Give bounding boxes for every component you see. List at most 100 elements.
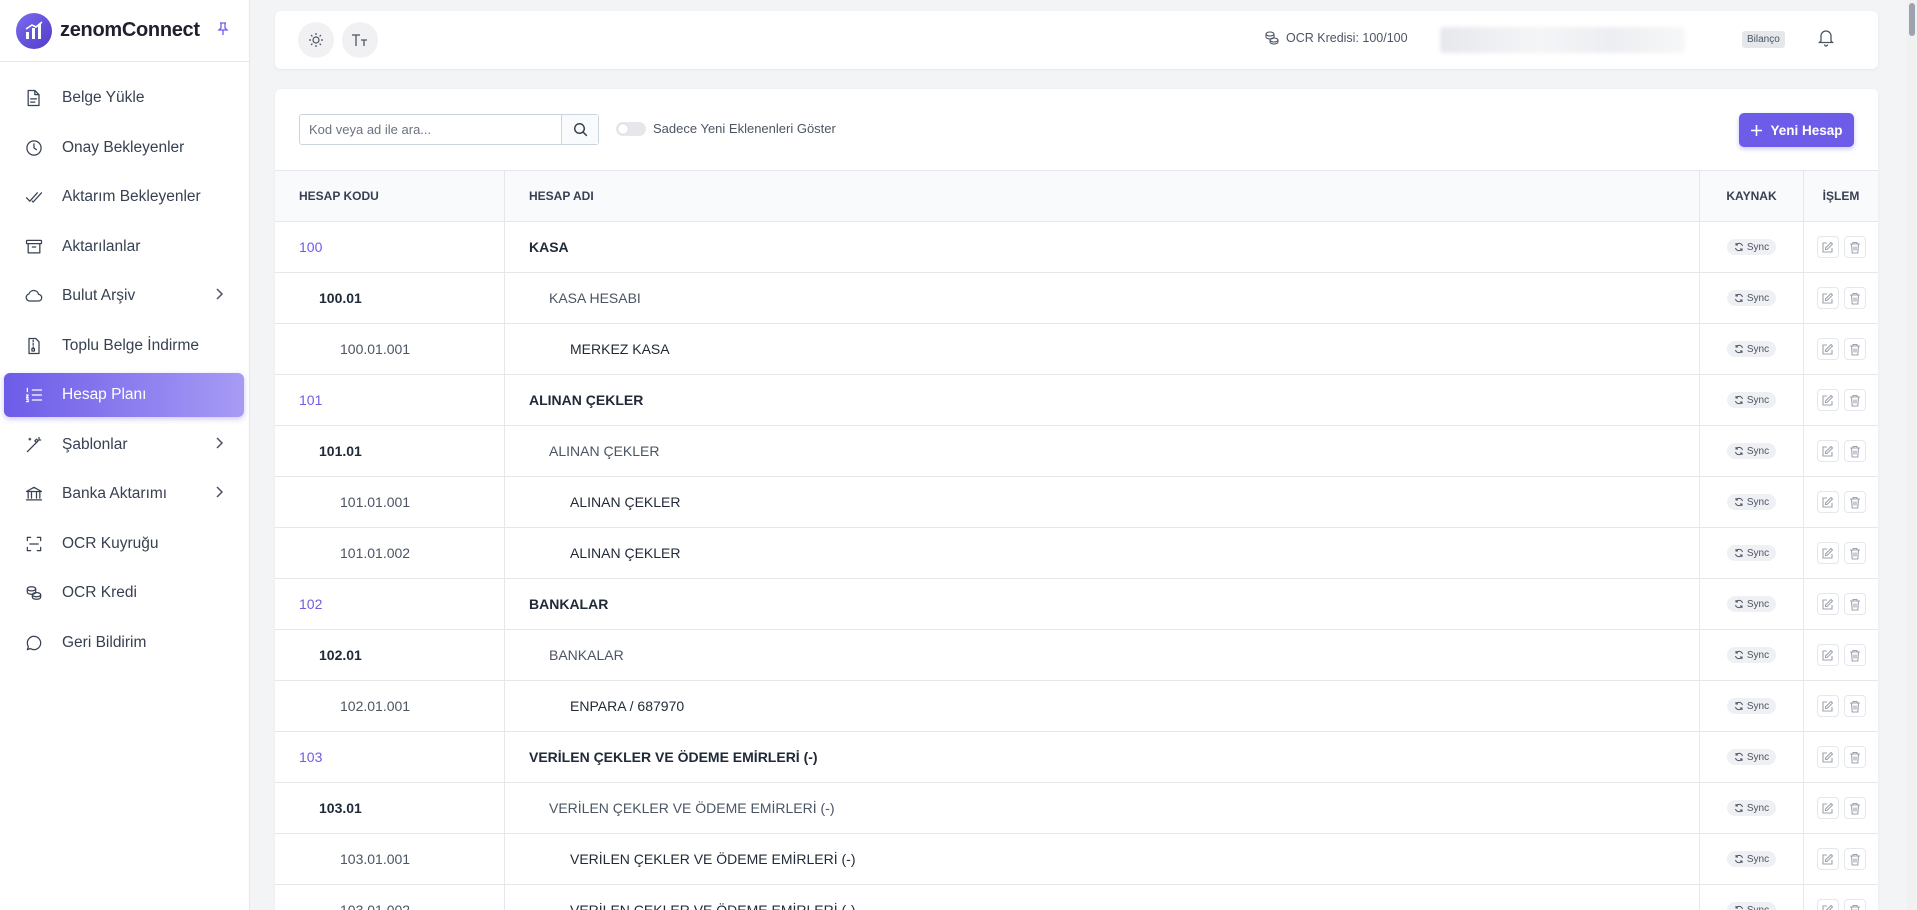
table-row[interactable]: 101 ALINAN ÇEKLER Sync: [275, 375, 1878, 426]
sidebar-item-label: Belge Yükle: [62, 89, 145, 106]
new-account-button[interactable]: Yeni Hesap: [1739, 113, 1854, 147]
sync-badge: Sync: [1726, 545, 1777, 561]
sync-badge: Sync: [1726, 800, 1777, 816]
sidebar-item-sablonlar[interactable]: Şablonlar: [4, 423, 244, 467]
delete-button[interactable]: [1843, 542, 1866, 564]
table-row[interactable]: 102.01 BANKALAR Sync: [275, 630, 1878, 681]
account-name: BANKALAR: [505, 630, 1700, 680]
delete-button[interactable]: [1843, 236, 1866, 258]
sync-badge: Sync: [1726, 749, 1777, 765]
table-row[interactable]: 101.01.002 ALINAN ÇEKLER Sync: [275, 528, 1878, 579]
table-row[interactable]: 101.01.001 ALINAN ÇEKLER Sync: [275, 477, 1878, 528]
page-scrollbar[interactable]: [1907, 0, 1917, 910]
sync-badge: Sync: [1726, 851, 1777, 867]
sidebar-item-label: Aktarım Bekleyenler: [62, 188, 201, 205]
edit-button[interactable]: [1816, 695, 1839, 717]
brand[interactable]: zenomConnect: [0, 0, 249, 62]
sync-label: Sync: [1746, 547, 1770, 559]
source-cell: Sync: [1700, 375, 1804, 425]
edit-icon: [1822, 751, 1834, 763]
edit-button[interactable]: [1816, 338, 1839, 360]
table-row[interactable]: 103 VERİLEN ÇEKLER VE ÖDEME EMİRLERİ (-) S…: [275, 732, 1878, 783]
top-bar: OCR Kredisi: 100/100 Bilanço: [275, 11, 1878, 69]
account-code[interactable]: 103: [275, 732, 505, 782]
sidebar-item-toplu-belge-indirme[interactable]: Toplu Belge İndirme: [4, 324, 244, 368]
account-name: ENPARA / 687970: [505, 681, 1700, 731]
sidebar-item-aktarilanlar[interactable]: Aktarılanlar: [4, 225, 244, 269]
account-code[interactable]: 100: [275, 222, 505, 272]
table-row[interactable]: 100.01 KASA HESABI Sync: [275, 273, 1878, 324]
sidebar-item-aktarim-bekleyenler[interactable]: Aktarım Bekleyenler: [4, 175, 244, 219]
delete-button[interactable]: [1843, 440, 1866, 462]
table-row[interactable]: 100 KASA Sync: [275, 222, 1878, 273]
account-code[interactable]: 102: [275, 579, 505, 629]
action-cell: [1804, 732, 1878, 782]
brand-logo-icon: [16, 12, 52, 49]
edit-button[interactable]: [1816, 287, 1839, 309]
delete-button[interactable]: [1843, 746, 1866, 768]
header-account-name[interactable]: HESAP ADI: [505, 171, 1700, 221]
sidebar-item-banka-aktarimi[interactable]: Banka Aktarımı: [4, 472, 244, 516]
action-cell: [1804, 222, 1878, 272]
edit-button[interactable]: [1816, 236, 1839, 258]
delete-button[interactable]: [1843, 389, 1866, 411]
sidebar-item-ocr-kuyrugu[interactable]: OCR Kuyruğu: [4, 522, 244, 566]
sidebar-item-bulut-arsiv[interactable]: Bulut Arşiv: [4, 274, 244, 318]
new-only-toggle[interactable]: [616, 122, 646, 136]
account-name: VERİLEN ÇEKLER VE ÖDEME EMİRLERİ (-): [505, 732, 1700, 782]
delete-button[interactable]: [1843, 797, 1866, 819]
account-code[interactable]: 101: [275, 375, 505, 425]
theme-toggle-button[interactable]: [298, 22, 334, 58]
delete-button[interactable]: [1843, 899, 1866, 910]
sidebar-item-geri-bildirim[interactable]: Geri Bildirim: [4, 621, 244, 665]
table-row[interactable]: 103.01.001 VERİLEN ÇEKLER VE ÖDEME EMİRLE…: [275, 834, 1878, 885]
delete-button[interactable]: [1843, 287, 1866, 309]
sidebar-item-label: Onay Bekleyenler: [62, 138, 185, 156]
edit-button[interactable]: [1816, 797, 1839, 819]
action-cell: [1804, 324, 1878, 374]
trash-icon: [1849, 394, 1860, 407]
edit-icon: [1822, 649, 1834, 661]
table-row[interactable]: 103.01.002 VERİLEN ÇEKLER VE ÖDEME EMİRLE…: [275, 885, 1878, 910]
delete-button[interactable]: [1843, 695, 1866, 717]
edit-button[interactable]: [1816, 440, 1839, 462]
table-row[interactable]: 101.01 ALINAN ÇEKLER Sync: [275, 426, 1878, 477]
table-row[interactable]: 100.01.001 MERKEZ KASA Sync: [275, 324, 1878, 375]
search-input[interactable]: [300, 115, 561, 144]
company-selector-blurred[interactable]: [1440, 27, 1685, 53]
table-row[interactable]: 103.01 VERİLEN ÇEKLER VE ÖDEME EMİRLERİ (…: [275, 783, 1878, 834]
search-button[interactable]: [561, 115, 598, 144]
header-account-code[interactable]: HESAP KODU: [275, 171, 505, 221]
edit-button[interactable]: [1816, 899, 1839, 910]
delete-button[interactable]: [1843, 338, 1866, 360]
action-cell: [1804, 477, 1878, 527]
sync-badge: Sync: [1726, 392, 1777, 408]
sidebar-item-onay-bekleyenler[interactable]: Onay Bekleyenler: [4, 126, 244, 170]
pin-icon[interactable]: [216, 22, 230, 41]
table-row[interactable]: 102 BANKALAR Sync: [275, 579, 1878, 630]
sidebar-item-label: OCR Kredi: [62, 584, 137, 601]
trash-icon: [1849, 904, 1860, 910]
edit-button[interactable]: [1816, 491, 1839, 513]
delete-button[interactable]: [1843, 644, 1866, 666]
sidebar-item-label: Aktarılanlar: [62, 237, 141, 255]
delete-button[interactable]: [1843, 491, 1866, 513]
coins-icon: [1265, 31, 1279, 45]
font-size-button[interactable]: [342, 22, 378, 58]
sidebar-item-ocr-kredi[interactable]: OCR Kredi: [4, 571, 244, 615]
edit-button[interactable]: [1816, 848, 1839, 870]
sidebar-item-belge-yukle[interactable]: Belge Yükle: [4, 76, 244, 120]
edit-button[interactable]: [1816, 746, 1839, 768]
scrollbar-thumb[interactable]: [1909, 3, 1915, 36]
delete-button[interactable]: [1843, 593, 1866, 615]
edit-button[interactable]: [1816, 542, 1839, 564]
delete-button[interactable]: [1843, 848, 1866, 870]
text-size-icon: [352, 34, 367, 46]
notification-bell-icon[interactable]: [1816, 27, 1836, 52]
edit-button[interactable]: [1816, 593, 1839, 615]
sidebar-item-hesap-plani[interactable]: Hesap Planı: [4, 373, 244, 417]
edit-button[interactable]: [1816, 389, 1839, 411]
edit-button[interactable]: [1816, 644, 1839, 666]
account-code: 100.01.001: [275, 324, 505, 374]
table-row[interactable]: 102.01.001 ENPARA / 687970 Sync: [275, 681, 1878, 732]
